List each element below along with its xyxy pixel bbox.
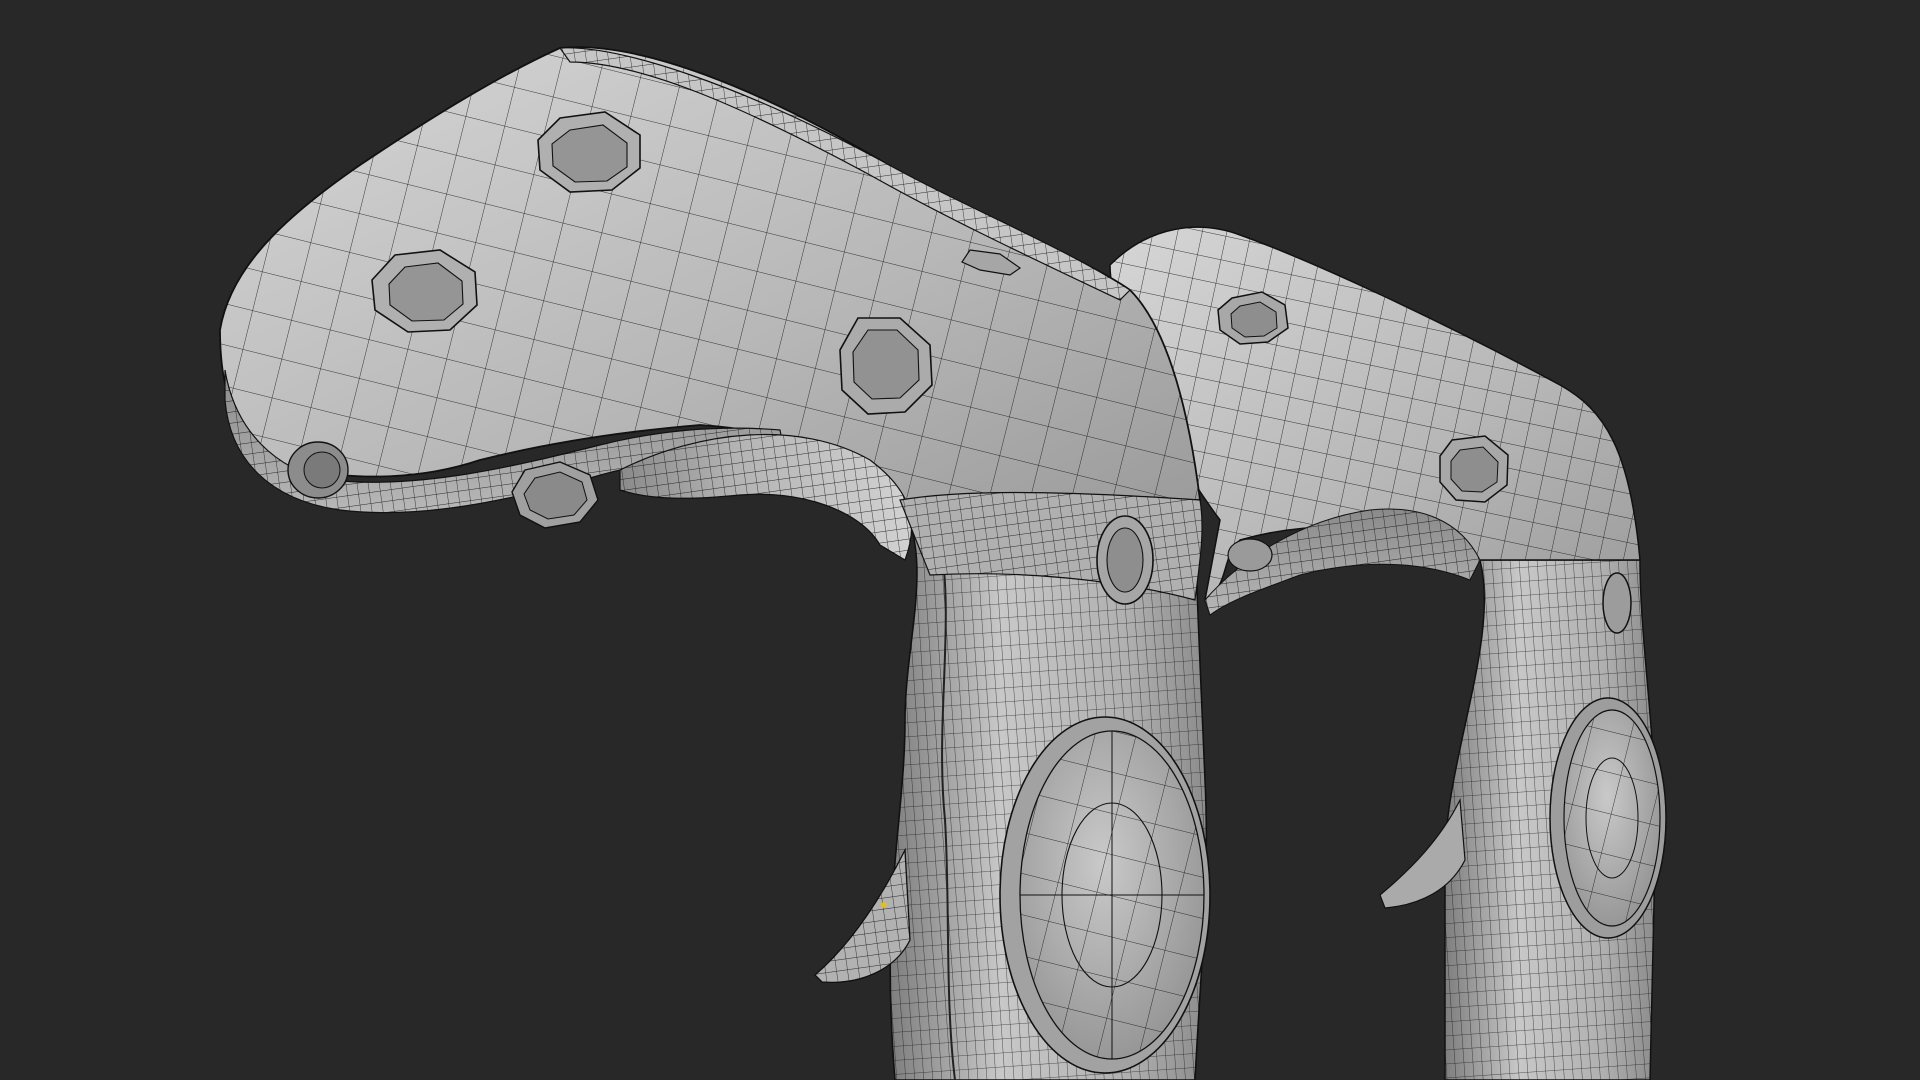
trackpad-right	[1549, 697, 1667, 939]
sensor-dimple-icon	[1096, 515, 1154, 605]
controller-left[interactable]	[219, 46, 1211, 1080]
3d-viewport[interactable]	[0, 0, 1920, 1080]
head-left	[219, 46, 1203, 601]
sensor-dimple-icon	[1602, 572, 1632, 634]
selection-dot-icon	[881, 902, 887, 908]
sensor-dimple-icon	[287, 441, 349, 499]
viewport-scene	[219, 46, 1667, 1080]
sensor-dimple-icon	[537, 111, 641, 193]
trackpad-left	[999, 716, 1211, 1074]
sensor-dimple-icon	[1227, 538, 1273, 572]
sensor-dimple-icon	[1439, 435, 1509, 503]
